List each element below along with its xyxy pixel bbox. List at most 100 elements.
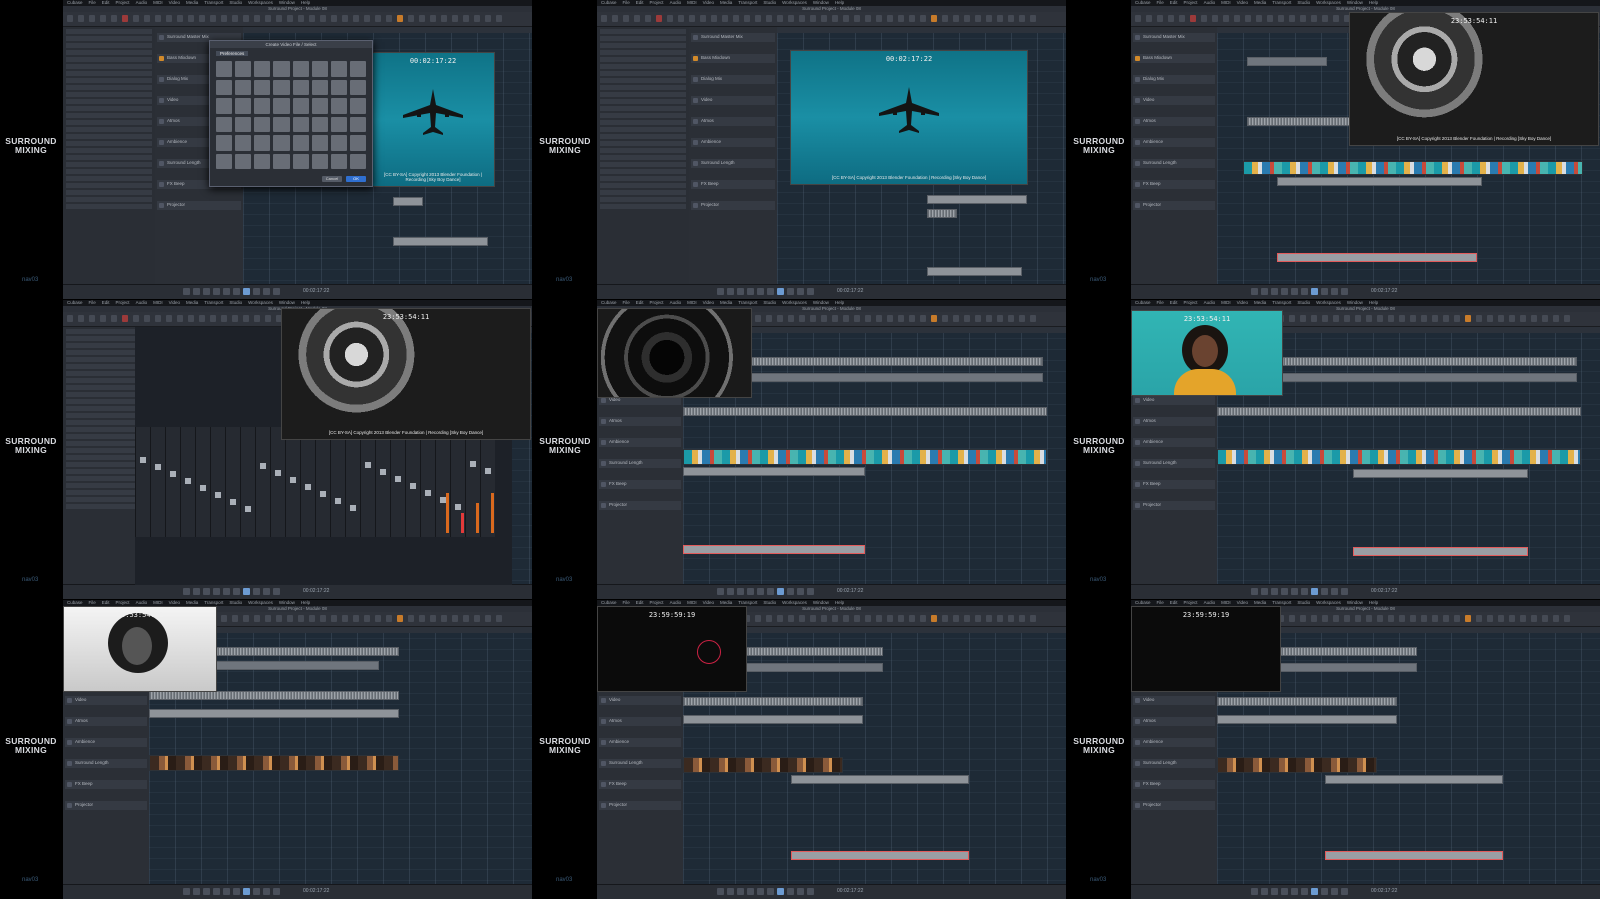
menu-item[interactable]: Window: [1347, 0, 1363, 5]
toolbar-button[interactable]: [898, 15, 904, 22]
inspector-row[interactable]: [66, 134, 152, 139]
toolbar-button[interactable]: [1421, 615, 1427, 622]
toolbar-button[interactable]: [1399, 615, 1405, 622]
menu-item[interactable]: Workspaces: [248, 0, 273, 5]
transport-button[interactable]: [787, 888, 794, 895]
inspector-row[interactable]: [600, 78, 686, 83]
toolbar-button[interactable]: [1443, 315, 1449, 322]
transport-button[interactable]: [1261, 588, 1268, 595]
channel-fader[interactable]: [140, 457, 146, 463]
transport-button[interactable]: [1341, 288, 1348, 295]
transport-button[interactable]: [1261, 288, 1268, 295]
toolbar-button[interactable]: [177, 15, 183, 22]
toolbar-button[interactable]: [931, 15, 937, 22]
toolbar-button[interactable]: [1168, 15, 1174, 22]
toolbar-button[interactable]: [430, 15, 436, 22]
transport-button[interactable]: [1281, 288, 1288, 295]
icon-picker-dialog[interactable]: Create Video File / Select Preferences Can…: [209, 40, 373, 187]
toolbar-button[interactable]: [821, 615, 827, 622]
menu-item[interactable]: MIDI: [687, 600, 697, 605]
menu-item[interactable]: Transport: [1272, 0, 1291, 5]
toolbar-button[interactable]: [166, 315, 172, 322]
channel-fader[interactable]: [290, 477, 296, 483]
track-icon-option[interactable]: [235, 153, 252, 169]
inspector-row[interactable]: [66, 120, 152, 125]
toolbar-button[interactable]: [221, 15, 227, 22]
toolbar-button[interactable]: [1454, 315, 1460, 322]
channel-fader[interactable]: [425, 490, 431, 496]
toolbar-button[interactable]: [1344, 315, 1350, 322]
video-player-window[interactable]: 23:59:59:19: [597, 606, 747, 692]
inspector-row[interactable]: [66, 92, 152, 97]
menu-item[interactable]: Media: [720, 600, 732, 605]
toolbar-button[interactable]: [89, 15, 95, 22]
track-header[interactable]: Ambience: [65, 738, 147, 747]
toolbar-button[interactable]: [1465, 615, 1471, 622]
toolbar-button[interactable]: [144, 315, 150, 322]
audio-event[interactable]: [683, 407, 1047, 416]
dialog-tab[interactable]: Preferences: [216, 51, 249, 56]
menu-item[interactable]: Media: [186, 600, 198, 605]
menu-item[interactable]: Media: [1254, 600, 1266, 605]
video-event[interactable]: [149, 755, 399, 771]
toolbar-button[interactable]: [887, 615, 893, 622]
toolbar-button[interactable]: [865, 15, 871, 22]
audio-event[interactable]: [1277, 177, 1482, 186]
track-icon-option[interactable]: [254, 98, 271, 114]
menu-item[interactable]: Studio: [229, 600, 242, 605]
track-header[interactable]: Ambience: [599, 738, 681, 747]
toolbar-button[interactable]: [821, 15, 827, 22]
toolbar-button[interactable]: [254, 315, 260, 322]
toolbar-button[interactable]: [430, 615, 436, 622]
audio-event[interactable]: [683, 715, 863, 724]
toolbar-button[interactable]: [309, 615, 315, 622]
transport-button[interactable]: [747, 888, 754, 895]
toolbar-button[interactable]: [711, 15, 717, 22]
toolbar-button[interactable]: [353, 15, 359, 22]
audio-event[interactable]: [1217, 697, 1397, 706]
toolbar-button[interactable]: [997, 615, 1003, 622]
toolbar-button[interactable]: [1278, 15, 1284, 22]
transport-button[interactable]: [253, 288, 260, 295]
transport-button[interactable]: [767, 288, 774, 295]
track-header[interactable]: Video: [65, 696, 147, 705]
video-player-window[interactable]: 23:53:54:11 [CC BY-SA] Copyright 2013 Ble…: [1349, 12, 1599, 146]
mixer-channel[interactable]: [150, 427, 165, 537]
transport-button[interactable]: [727, 588, 734, 595]
channel-fader[interactable]: [410, 483, 416, 489]
menu-item[interactable]: File: [89, 300, 96, 305]
toolbar-button[interactable]: [722, 15, 728, 22]
transport-button[interactable]: [737, 288, 744, 295]
inspector-row[interactable]: [600, 57, 686, 62]
track-icon-option[interactable]: [311, 79, 328, 95]
toolbar-button[interactable]: [1135, 15, 1141, 22]
inspector-row[interactable]: [66, 106, 152, 111]
transport-button[interactable]: [1331, 888, 1338, 895]
menu-item[interactable]: Transport: [1272, 600, 1291, 605]
inspector-row[interactable]: [66, 78, 152, 83]
menu-item[interactable]: Studio: [229, 0, 242, 5]
menu-item[interactable]: Video: [169, 300, 180, 305]
menu-item[interactable]: Transport: [738, 300, 757, 305]
track-header[interactable]: Video: [1133, 96, 1215, 105]
track-icon-option[interactable]: [235, 116, 252, 132]
audio-event[interactable]: [393, 197, 423, 206]
inspector-row[interactable]: [66, 64, 152, 69]
menu-item[interactable]: Studio: [763, 0, 776, 5]
track-header[interactable]: Dialog Mix: [1133, 75, 1215, 84]
toolbar-button[interactable]: [1322, 615, 1328, 622]
inspector-row[interactable]: [600, 92, 686, 97]
inspector-row[interactable]: [600, 99, 686, 104]
mixer-channel[interactable]: [450, 427, 465, 537]
toolbar-button[interactable]: [1289, 15, 1295, 22]
transport-button[interactable]: [1311, 288, 1318, 295]
toolbar-button[interactable]: [1553, 315, 1559, 322]
video-event[interactable]: [683, 449, 1047, 465]
toolbar-button[interactable]: [1322, 15, 1328, 22]
transport-button[interactable]: [263, 888, 270, 895]
inspector-row[interactable]: [600, 204, 686, 209]
inspector-row[interactable]: [600, 43, 686, 48]
toolbar-button[interactable]: [1487, 615, 1493, 622]
audio-event[interactable]: [1247, 57, 1327, 66]
transport-button[interactable]: [223, 288, 230, 295]
